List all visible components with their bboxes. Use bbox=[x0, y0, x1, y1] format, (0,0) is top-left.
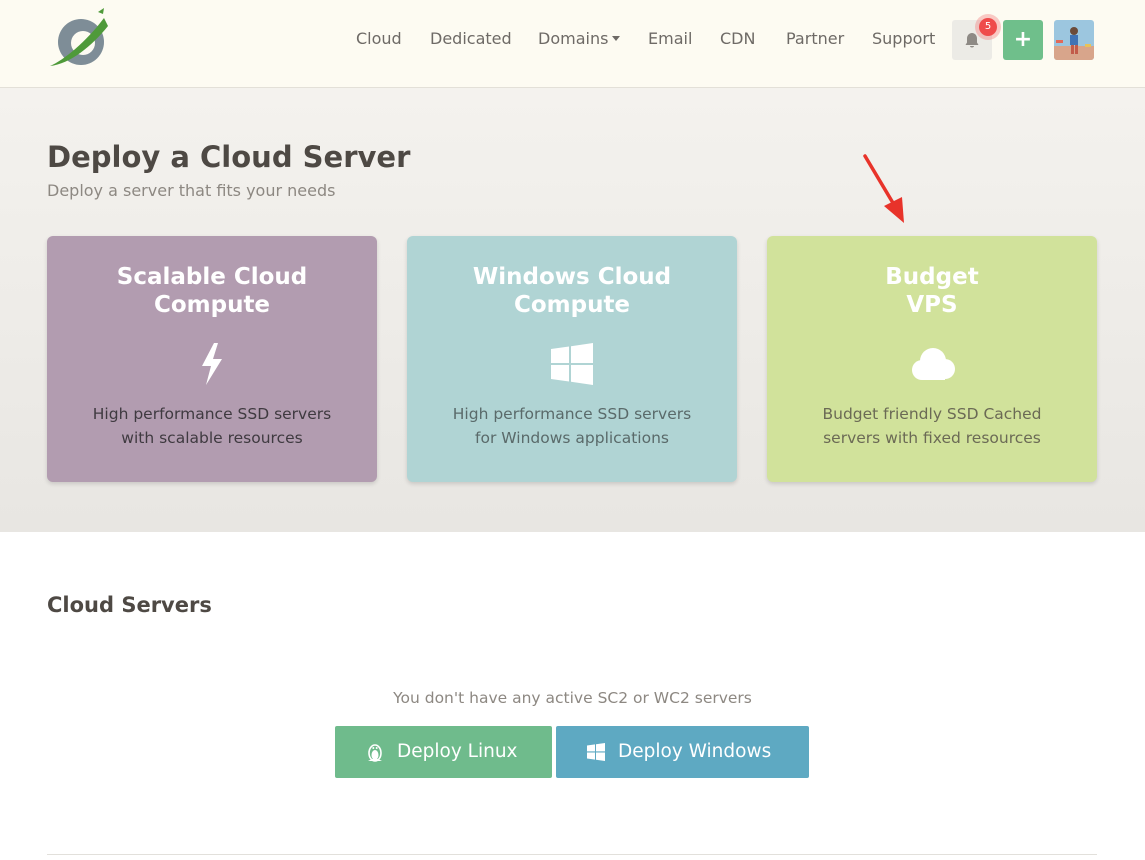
lightning-icon bbox=[202, 343, 222, 385]
page-subtitle: Deploy a server that fits your needs bbox=[47, 181, 336, 200]
card-title: Windows Cloud Compute bbox=[472, 264, 672, 318]
card-description: High performance SSD servers with scalab… bbox=[92, 405, 332, 447]
windows-icon bbox=[587, 743, 605, 761]
empty-servers-message: You don't have any active SC2 or WC2 ser… bbox=[393, 689, 752, 707]
card-title: Budget VPS bbox=[885, 264, 979, 318]
nav-dedicated[interactable]: Dedicated bbox=[430, 29, 512, 49]
deploy-hero-section: Deploy a Cloud Server Deploy a server th… bbox=[0, 88, 1145, 532]
budget-vps-card[interactable]: Budget VPS Budget friendly SSD Cached se… bbox=[767, 236, 1097, 482]
nav-partner[interactable]: Partner bbox=[786, 29, 844, 49]
section-divider bbox=[47, 854, 1097, 855]
cloud-servers-heading: Cloud Servers bbox=[47, 593, 212, 617]
windows-cloud-compute-card[interactable]: Windows Cloud Compute High performance S… bbox=[407, 236, 737, 482]
card-title: Scalable Cloud Compute bbox=[116, 264, 308, 318]
nav-domains-label: Domains bbox=[538, 29, 609, 48]
deploy-windows-button[interactable]: Deploy Windows bbox=[556, 726, 809, 778]
red-arrow-annotation bbox=[863, 154, 904, 223]
scalable-cloud-compute-card[interactable]: Scalable Cloud Compute High performance … bbox=[47, 236, 377, 482]
user-avatar[interactable] bbox=[1054, 20, 1094, 60]
windows-icon bbox=[551, 343, 593, 385]
notification-count-badge[interactable]: 5 bbox=[975, 14, 1001, 40]
card-description: High performance SSD servers for Windows… bbox=[452, 405, 692, 447]
deploy-windows-label: Deploy Windows bbox=[618, 741, 772, 762]
caret-down-icon bbox=[612, 36, 621, 41]
linux-tux-icon bbox=[368, 744, 382, 762]
add-new-button[interactable]: + bbox=[1003, 20, 1043, 60]
deploy-linux-button[interactable]: Deploy Linux bbox=[335, 726, 552, 778]
top-navbar: Cloud Dedicated Domains Email CDN Partne… bbox=[0, 0, 1145, 88]
nav-support[interactable]: Support bbox=[872, 29, 935, 49]
nav-cdn[interactable]: CDN bbox=[720, 29, 755, 49]
deploy-linux-label: Deploy Linux bbox=[397, 741, 518, 762]
cloud-icon bbox=[912, 348, 955, 380]
card-description: Budget friendly SSD Cached servers with … bbox=[822, 405, 1042, 447]
nav-cloud[interactable]: Cloud bbox=[356, 29, 402, 49]
nav-domains[interactable]: Domains bbox=[538, 29, 621, 49]
page-title: Deploy a Cloud Server bbox=[47, 140, 411, 174]
brand-logo[interactable] bbox=[46, 4, 112, 70]
nav-email[interactable]: Email bbox=[648, 29, 692, 49]
